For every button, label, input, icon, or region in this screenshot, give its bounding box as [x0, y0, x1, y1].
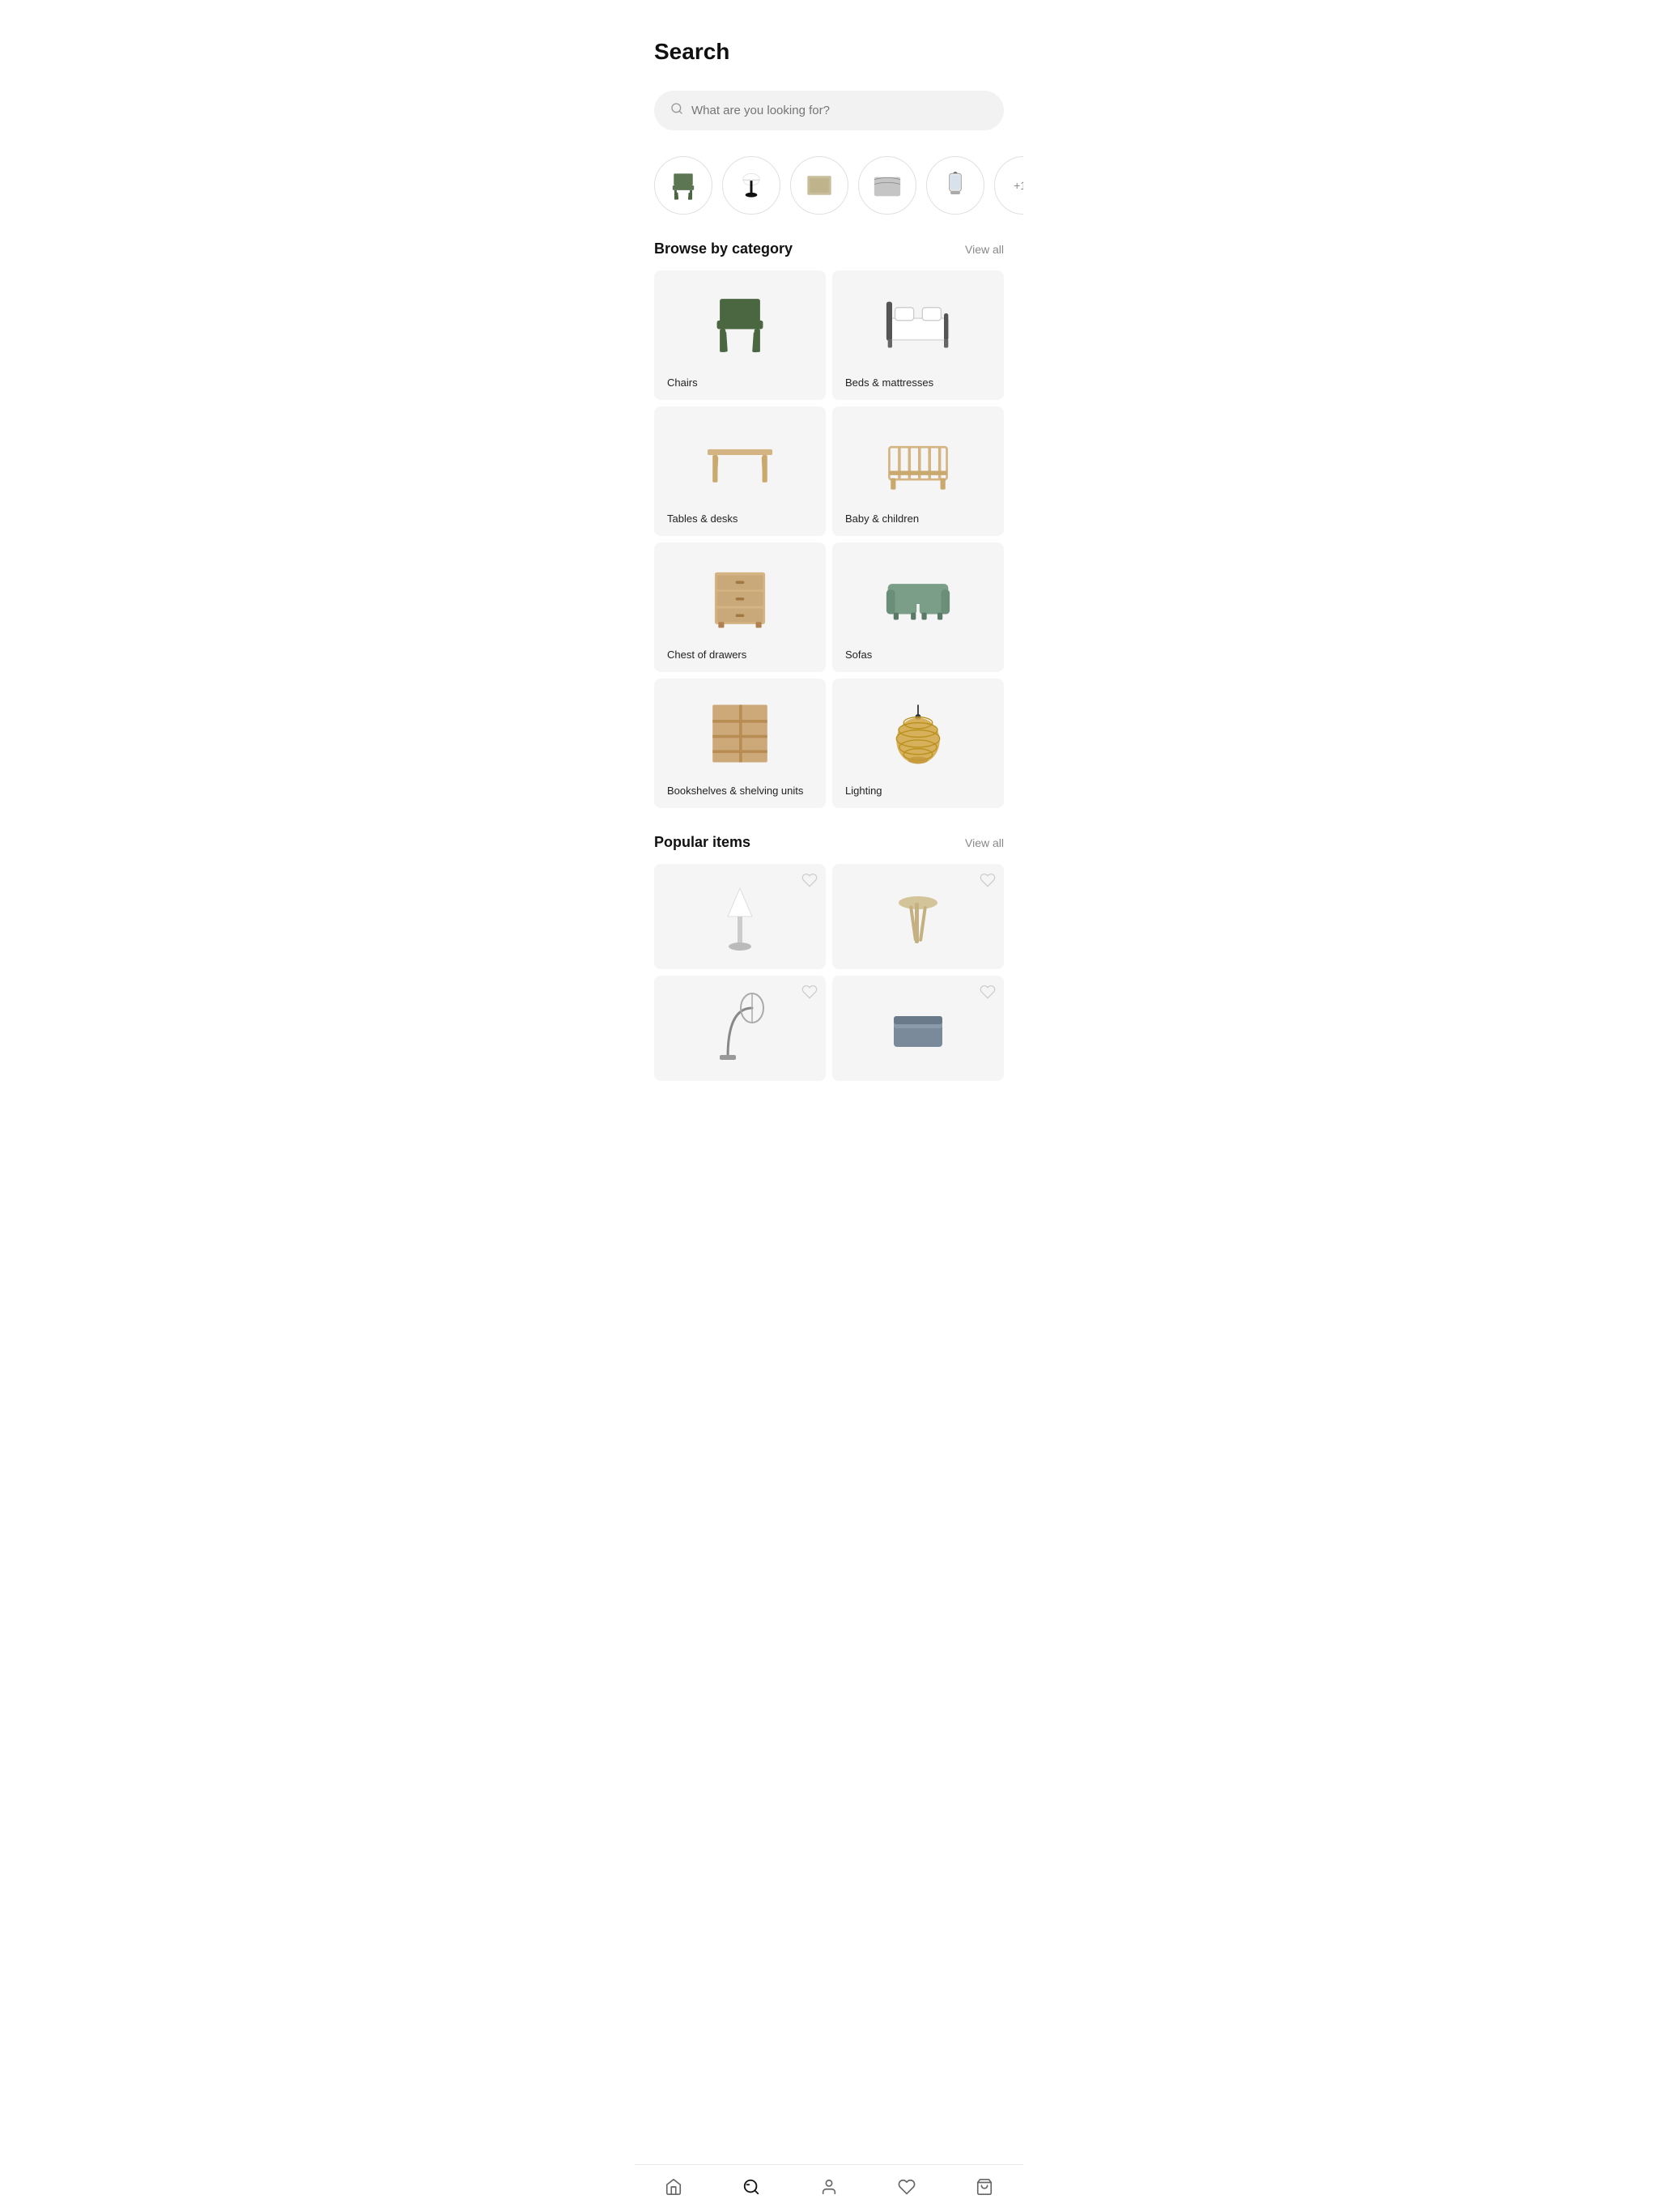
category-image-bookshelves [667, 691, 813, 775]
browse-view-all[interactable]: View all [965, 243, 1004, 256]
search-bar[interactable] [654, 91, 1004, 130]
heart-icon-1[interactable] [801, 872, 818, 888]
favorites-icon [898, 2178, 916, 2196]
heart-icon-4[interactable] [980, 984, 996, 1000]
popular-image-3 [712, 992, 768, 1065]
nav-favorites[interactable] [888, 2175, 925, 2199]
bottom-nav [635, 2164, 1023, 2212]
category-image-sofas [845, 555, 991, 639]
page-header: Search [635, 0, 1023, 78]
recent-item-more[interactable]: +14 [994, 156, 1023, 215]
popular-image-2 [890, 880, 946, 953]
category-card-drawers[interactable]: Chest of drawers [654, 542, 826, 672]
category-card-tables[interactable]: Tables & desks [654, 406, 826, 536]
browse-title: Browse by category [654, 240, 793, 257]
category-image-chairs [667, 283, 813, 367]
category-label-chairs: Chairs [667, 376, 813, 389]
nav-home[interactable] [655, 2175, 692, 2199]
nav-search[interactable] [733, 2175, 770, 2199]
search-input[interactable] [691, 104, 988, 117]
page-title: Search [654, 39, 1004, 65]
popular-section: Popular items View all [635, 834, 1023, 1107]
category-label-tables: Tables & desks [667, 513, 813, 525]
category-label-drawers: Chest of drawers [667, 649, 813, 661]
nav-cart[interactable] [966, 2175, 1003, 2199]
home-icon [665, 2178, 682, 2196]
nav-account[interactable] [810, 2175, 848, 2199]
more-label: +14 [1014, 179, 1023, 192]
heart-icon-3[interactable] [801, 984, 818, 1000]
account-icon [820, 2178, 838, 2196]
category-label-lighting: Lighting [845, 785, 991, 797]
heart-icon-2[interactable] [980, 872, 996, 888]
browse-section-header: Browse by category View all [654, 240, 1004, 257]
recent-item-chair[interactable] [654, 156, 712, 215]
category-image-beds [845, 283, 991, 367]
popular-card-4[interactable] [832, 976, 1004, 1081]
category-card-beds[interactable]: Beds & mattresses [832, 270, 1004, 400]
popular-section-header: Popular items View all [654, 834, 1004, 851]
popular-card-2[interactable] [832, 864, 1004, 969]
popular-view-all[interactable]: View all [965, 836, 1004, 849]
popular-card-3[interactable] [654, 976, 826, 1081]
category-grid: Chairs Beds & [654, 270, 1004, 808]
category-image-lighting [845, 691, 991, 775]
popular-image-1 [712, 880, 768, 953]
cart-icon [976, 2178, 993, 2196]
category-card-baby[interactable]: Baby & children [832, 406, 1004, 536]
category-image-baby [845, 419, 991, 503]
popular-card-1[interactable] [654, 864, 826, 969]
category-image-drawers [667, 555, 813, 639]
category-image-tables [667, 419, 813, 503]
category-card-lighting[interactable]: Lighting [832, 678, 1004, 808]
category-label-bookshelves: Bookshelves & shelving units [667, 785, 813, 797]
recent-items-row: +14 [635, 150, 1023, 240]
popular-title: Popular items [654, 834, 750, 851]
category-label-baby: Baby & children [845, 513, 991, 525]
search-icon [670, 102, 683, 119]
popular-image-4 [890, 992, 946, 1065]
browse-section: Browse by category View all Chairs [635, 240, 1023, 834]
search-bar-container [635, 78, 1023, 150]
recent-item-rug[interactable] [790, 156, 848, 215]
popular-grid [654, 864, 1004, 1081]
recent-item-lamp[interactable] [722, 156, 780, 215]
category-card-sofas[interactable]: Sofas [832, 542, 1004, 672]
search-nav-icon [742, 2178, 760, 2196]
category-card-chairs[interactable]: Chairs [654, 270, 826, 400]
category-label-sofas: Sofas [845, 649, 991, 661]
recent-item-blanket[interactable] [858, 156, 916, 215]
category-card-bookshelves[interactable]: Bookshelves & shelving units [654, 678, 826, 808]
recent-item-lantern[interactable] [926, 156, 984, 215]
category-label-beds: Beds & mattresses [845, 376, 991, 389]
